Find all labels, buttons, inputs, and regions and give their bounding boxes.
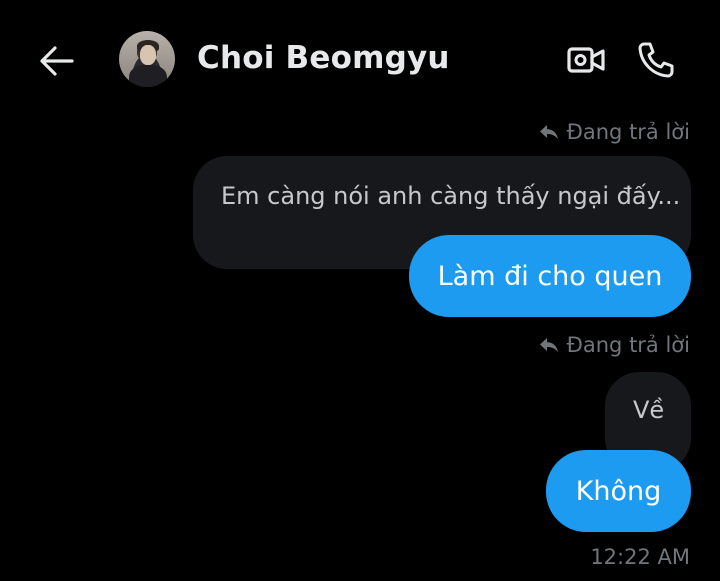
message-text: Không [575, 475, 662, 507]
message-text: Làm đi cho quen [437, 260, 663, 292]
reply-indicator-label: Đang trả lời [566, 120, 690, 144]
reply-arrow-icon [539, 125, 558, 139]
avatar-body [129, 65, 167, 87]
sent-message-bubble[interactable]: Không [546, 450, 691, 532]
arrow-left-icon [40, 46, 74, 76]
conversation-header: Choi Beomgyu [0, 0, 720, 120]
video-call-button[interactable] [566, 42, 606, 78]
reply-indicator-label: Đang trả lời [566, 333, 690, 357]
sent-message-bubble[interactable]: Làm đi cho quen [409, 235, 691, 317]
reply-indicator: Đang trả lời [539, 118, 690, 146]
contact-name[interactable]: Choi Beomgyu [197, 40, 450, 76]
video-camera-icon [567, 47, 605, 73]
message-timestamp: 12:22 AM [590, 545, 690, 569]
avatar-face [140, 45, 156, 65]
phone-icon [638, 42, 674, 78]
voice-call-button[interactable] [636, 40, 676, 80]
reply-indicator: Đang trả lời [539, 331, 690, 359]
reply-arrow-icon [539, 338, 558, 352]
quoted-message-text: Về [633, 396, 665, 424]
quoted-message-text: Em càng nói anh càng thấy ngại đấy... [221, 182, 681, 210]
avatar[interactable] [119, 31, 175, 87]
back-button[interactable] [36, 42, 78, 80]
